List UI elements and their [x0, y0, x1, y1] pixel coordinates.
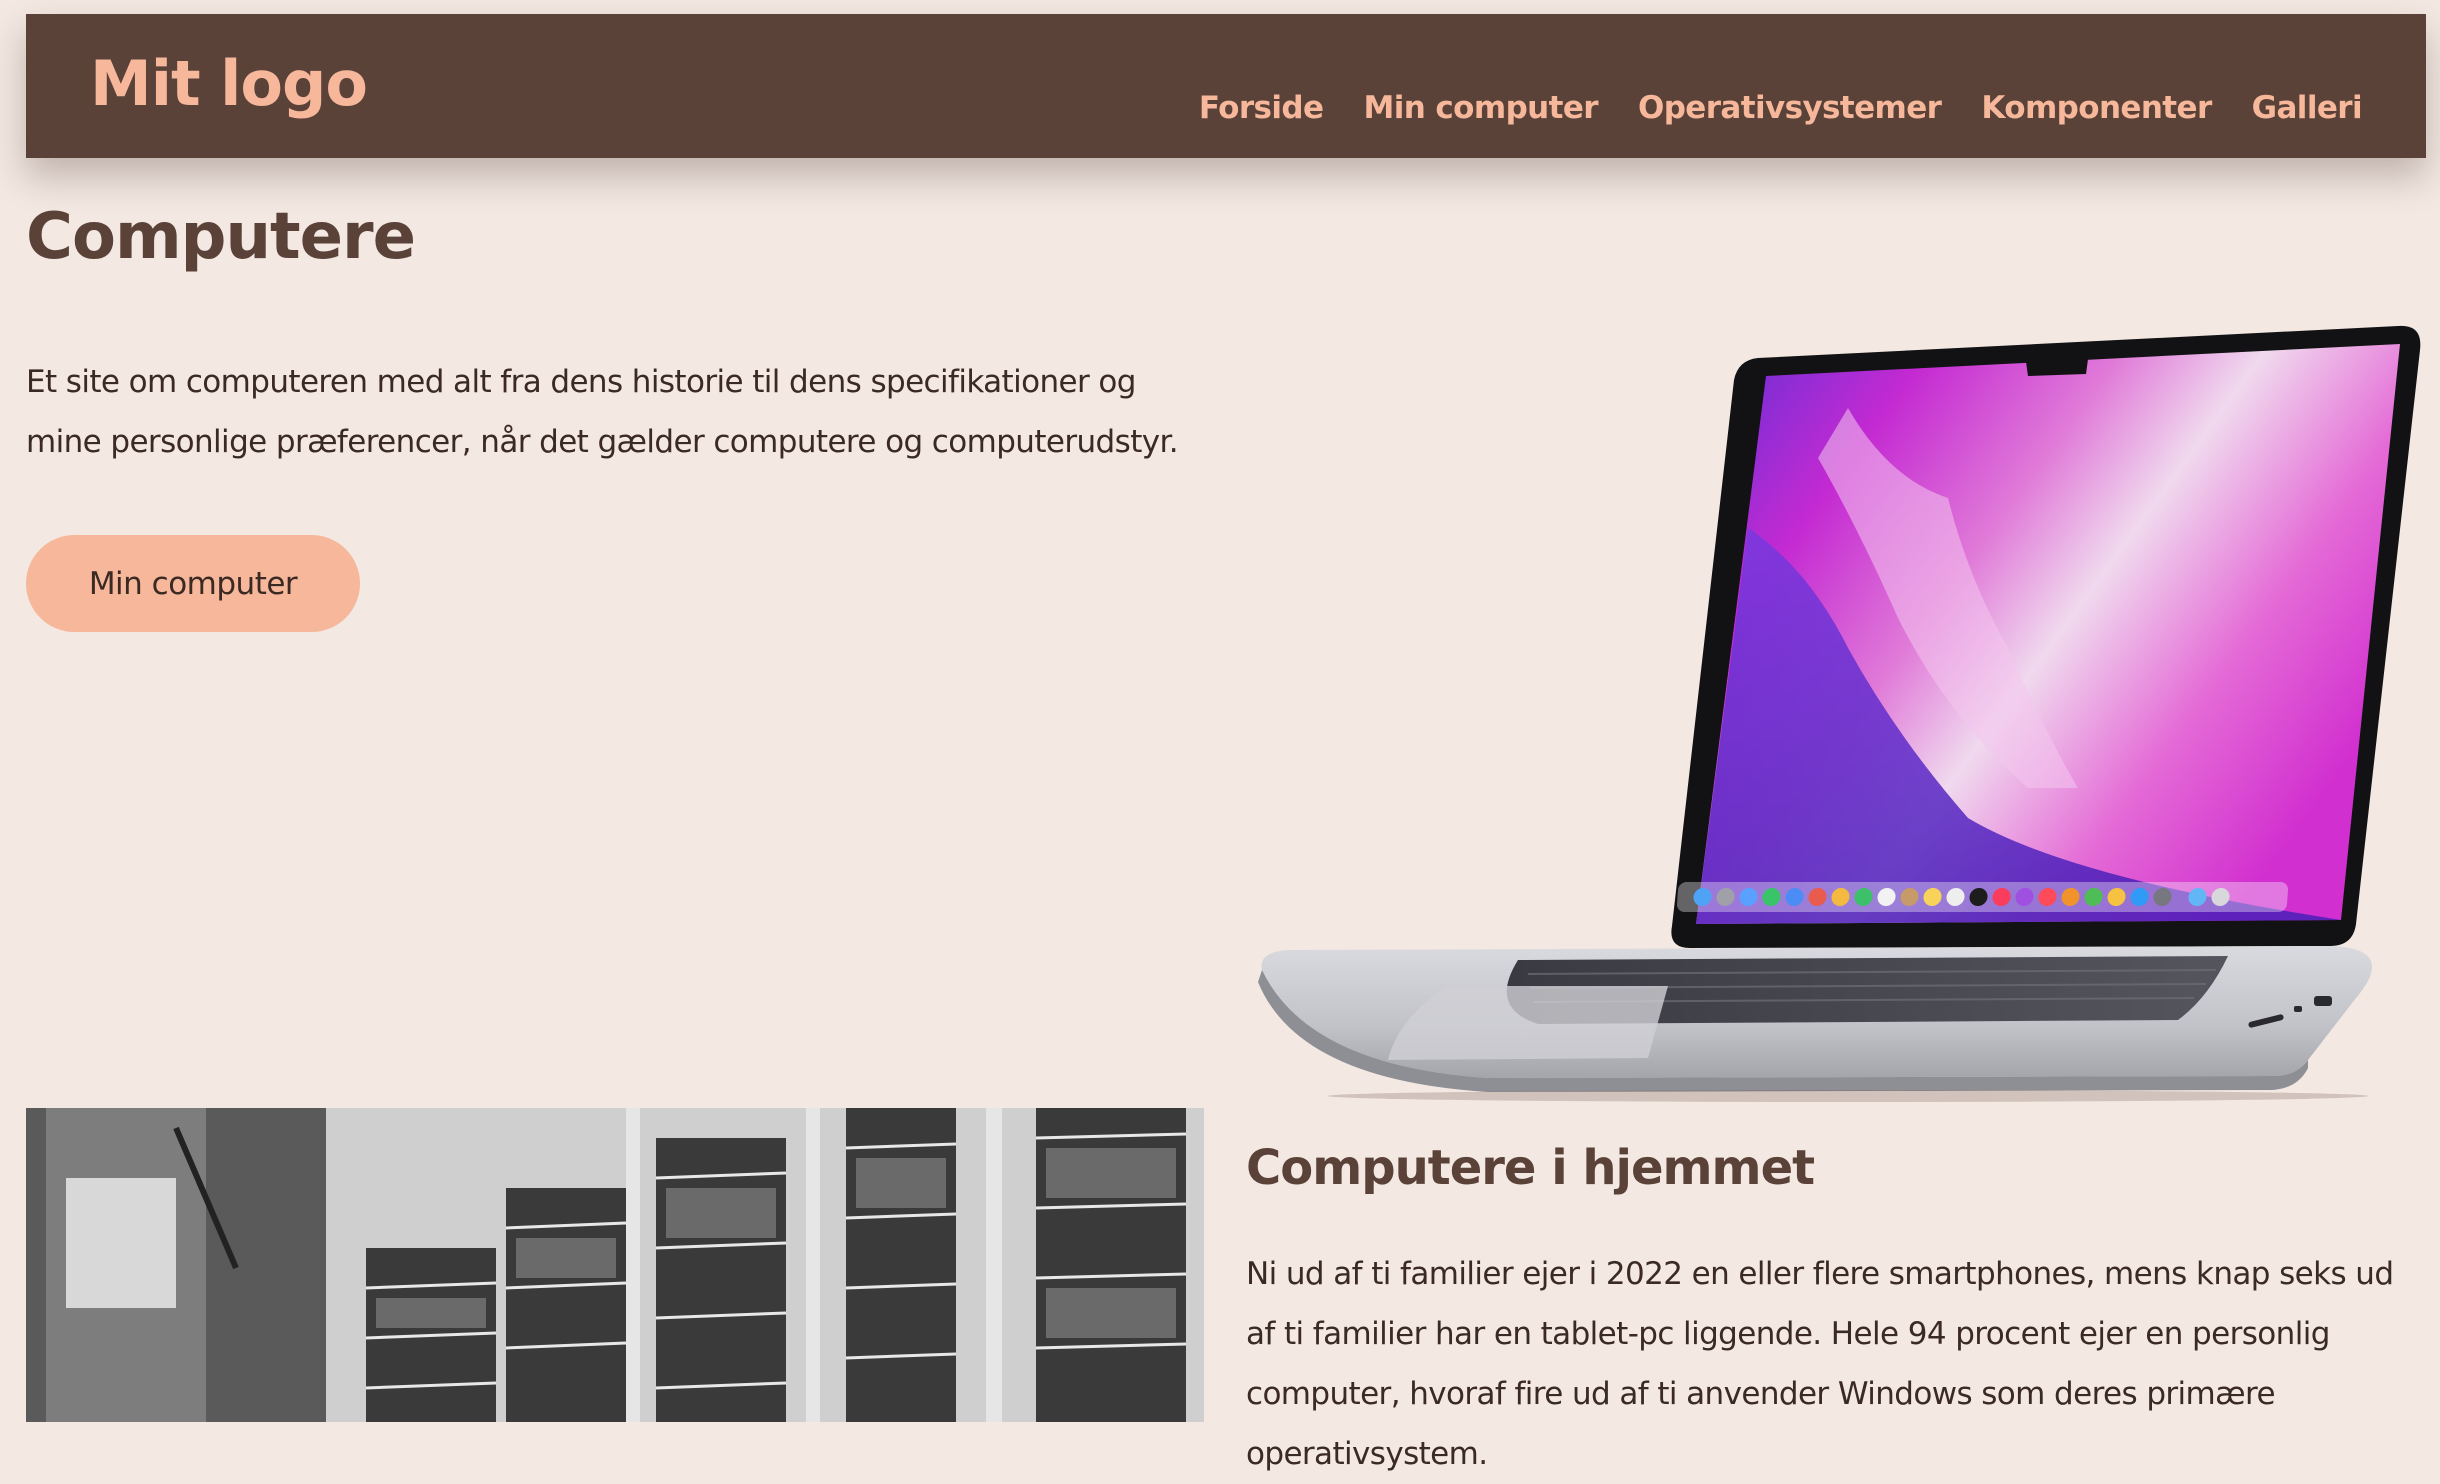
server-room-photo: [26, 1108, 1204, 1422]
nav-link-min-computer[interactable]: Min computer: [1363, 84, 1598, 132]
top-navbar: Mit logo Forside Min computer Operativsy…: [26, 14, 2426, 158]
hero-description: Et site om computeren med alt fra dens h…: [26, 364, 1179, 460]
main-nav: Forside Min computer Operativsystemer Ko…: [1199, 84, 2363, 132]
section-title: Computere i hjemmet: [1246, 1140, 1815, 1196]
nav-link-komponenter[interactable]: Komponenter: [1981, 84, 2212, 132]
nav-link-galleri[interactable]: Galleri: [2252, 84, 2363, 132]
nav-link-operativsystemer[interactable]: Operativsystemer: [1638, 84, 1942, 132]
nav-link-forside[interactable]: Forside: [1199, 84, 1324, 132]
laptop-image: [1258, 325, 2421, 1102]
min-computer-button[interactable]: Min computer: [26, 535, 360, 632]
site-logo[interactable]: Mit logo: [90, 44, 368, 124]
section-description: Ni ud af ti familier ejer i 2022 en elle…: [1246, 1256, 2394, 1472]
hero-title: Computere: [26, 200, 416, 274]
